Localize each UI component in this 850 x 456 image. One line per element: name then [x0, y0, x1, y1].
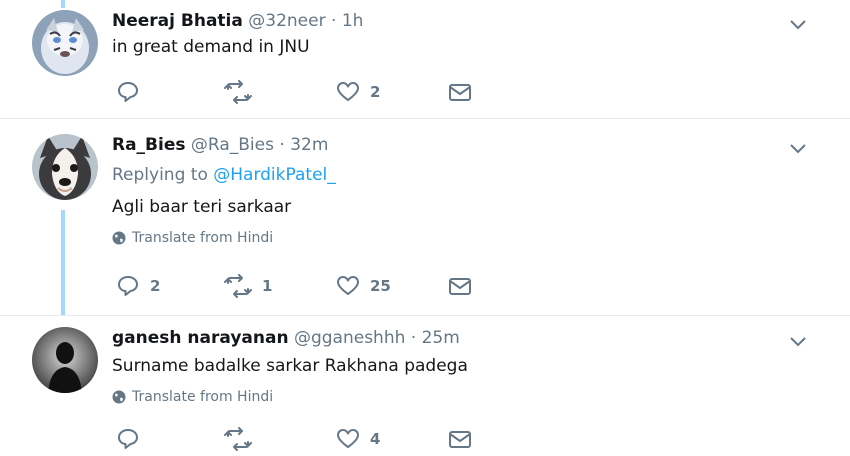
tweet-actions: 2 1 25 — [112, 274, 492, 302]
replying-to-label: Replying to — [112, 165, 208, 185]
like-count: 2 — [370, 83, 381, 101]
heart-icon — [337, 429, 359, 448]
reply-count: 2 — [150, 277, 161, 295]
retweet-button[interactable]: 1 — [224, 274, 272, 298]
thread-line — [61, 210, 65, 315]
envelope-icon — [449, 278, 471, 295]
retweet-icon — [224, 274, 252, 298]
avatar-ganesh[interactable] — [32, 327, 98, 393]
translate-label: Translate from Hindi — [132, 230, 274, 246]
translate-label: Translate from Hindi — [132, 389, 274, 405]
retweet-button[interactable] — [224, 427, 262, 451]
user-handle[interactable]: @gganeshhh — [294, 328, 405, 348]
reply-button[interactable] — [116, 427, 150, 451]
retweet-count: 1 — [262, 277, 273, 295]
envelope-icon — [449, 431, 471, 448]
globe-icon — [112, 390, 126, 404]
tweet-actions: 4 — [112, 427, 492, 455]
message-button[interactable] — [448, 274, 472, 298]
timestamp[interactable]: 1h — [342, 11, 364, 31]
tweet-ganesh[interactable]: ganesh narayanan @gganeshhh · 25m Surnam… — [0, 315, 850, 456]
avatar-rabies[interactable] — [32, 134, 98, 200]
tweet-header: Neeraj Bhatia @32neer · 1h — [112, 10, 790, 32]
tweet-text: in great demand in JNU — [112, 37, 310, 57]
retweet-icon — [224, 427, 252, 451]
like-button[interactable]: 2 — [336, 80, 380, 104]
chevron-down-icon[interactable] — [786, 12, 810, 36]
tweet-rabies[interactable]: Ra_Bies @Ra_Bies · 32m Replying to @Hard… — [0, 118, 850, 315]
user-handle[interactable]: @32neer — [248, 11, 325, 31]
globe-icon — [112, 231, 126, 245]
message-button[interactable] — [448, 427, 472, 451]
reply-icon — [118, 276, 138, 296]
timestamp[interactable]: 25m — [422, 328, 460, 348]
reply-icon — [118, 429, 138, 449]
display-name[interactable]: ganesh narayanan — [112, 328, 289, 348]
display-name[interactable]: Neeraj Bhatia — [112, 11, 243, 31]
retweet-icon — [224, 80, 252, 104]
tweet-header: ganesh narayanan @gganeshhh · 25m — [112, 327, 790, 349]
user-handle[interactable]: @Ra_Bies — [191, 135, 274, 155]
retweet-button[interactable] — [224, 80, 262, 104]
display-name[interactable]: Ra_Bies — [112, 135, 186, 155]
tweet-actions: 2 — [112, 80, 492, 108]
translate-link[interactable]: Translate from Hindi — [112, 230, 790, 246]
tweet-neeraj[interactable]: Neeraj Bhatia @32neer · 1h in great dema… — [0, 0, 850, 118]
reply-icon — [118, 82, 138, 102]
dot-separator: · — [279, 135, 285, 155]
dot-separator: · — [410, 328, 417, 348]
tweet-text: Surname badalke sarkar Rakhana padega — [112, 356, 468, 376]
reply-button[interactable]: 2 — [116, 274, 160, 298]
dot-separator: · — [331, 11, 337, 31]
reply-button[interactable] — [116, 80, 150, 104]
tweet-text: Agli baar teri sarkaar — [112, 197, 292, 217]
replying-to-handle[interactable]: @HardikPatel_ — [213, 165, 336, 185]
chevron-down-icon[interactable] — [786, 329, 810, 353]
timestamp[interactable]: 32m — [290, 135, 328, 155]
heart-icon — [337, 276, 359, 295]
tweet-header: Ra_Bies @Ra_Bies · 32m — [112, 134, 790, 156]
chevron-down-icon[interactable] — [786, 136, 810, 160]
envelope-icon — [449, 84, 471, 101]
replying-to: Replying to @HardikPatel_ — [112, 164, 790, 186]
heart-icon — [337, 82, 359, 101]
message-button[interactable] — [448, 80, 472, 104]
like-count: 25 — [370, 277, 391, 295]
avatar-neeraj[interactable] — [32, 10, 98, 76]
like-button[interactable]: 4 — [336, 427, 380, 451]
translate-link[interactable]: Translate from Hindi — [112, 389, 790, 405]
like-button[interactable]: 25 — [336, 274, 391, 298]
like-count: 4 — [370, 430, 381, 448]
